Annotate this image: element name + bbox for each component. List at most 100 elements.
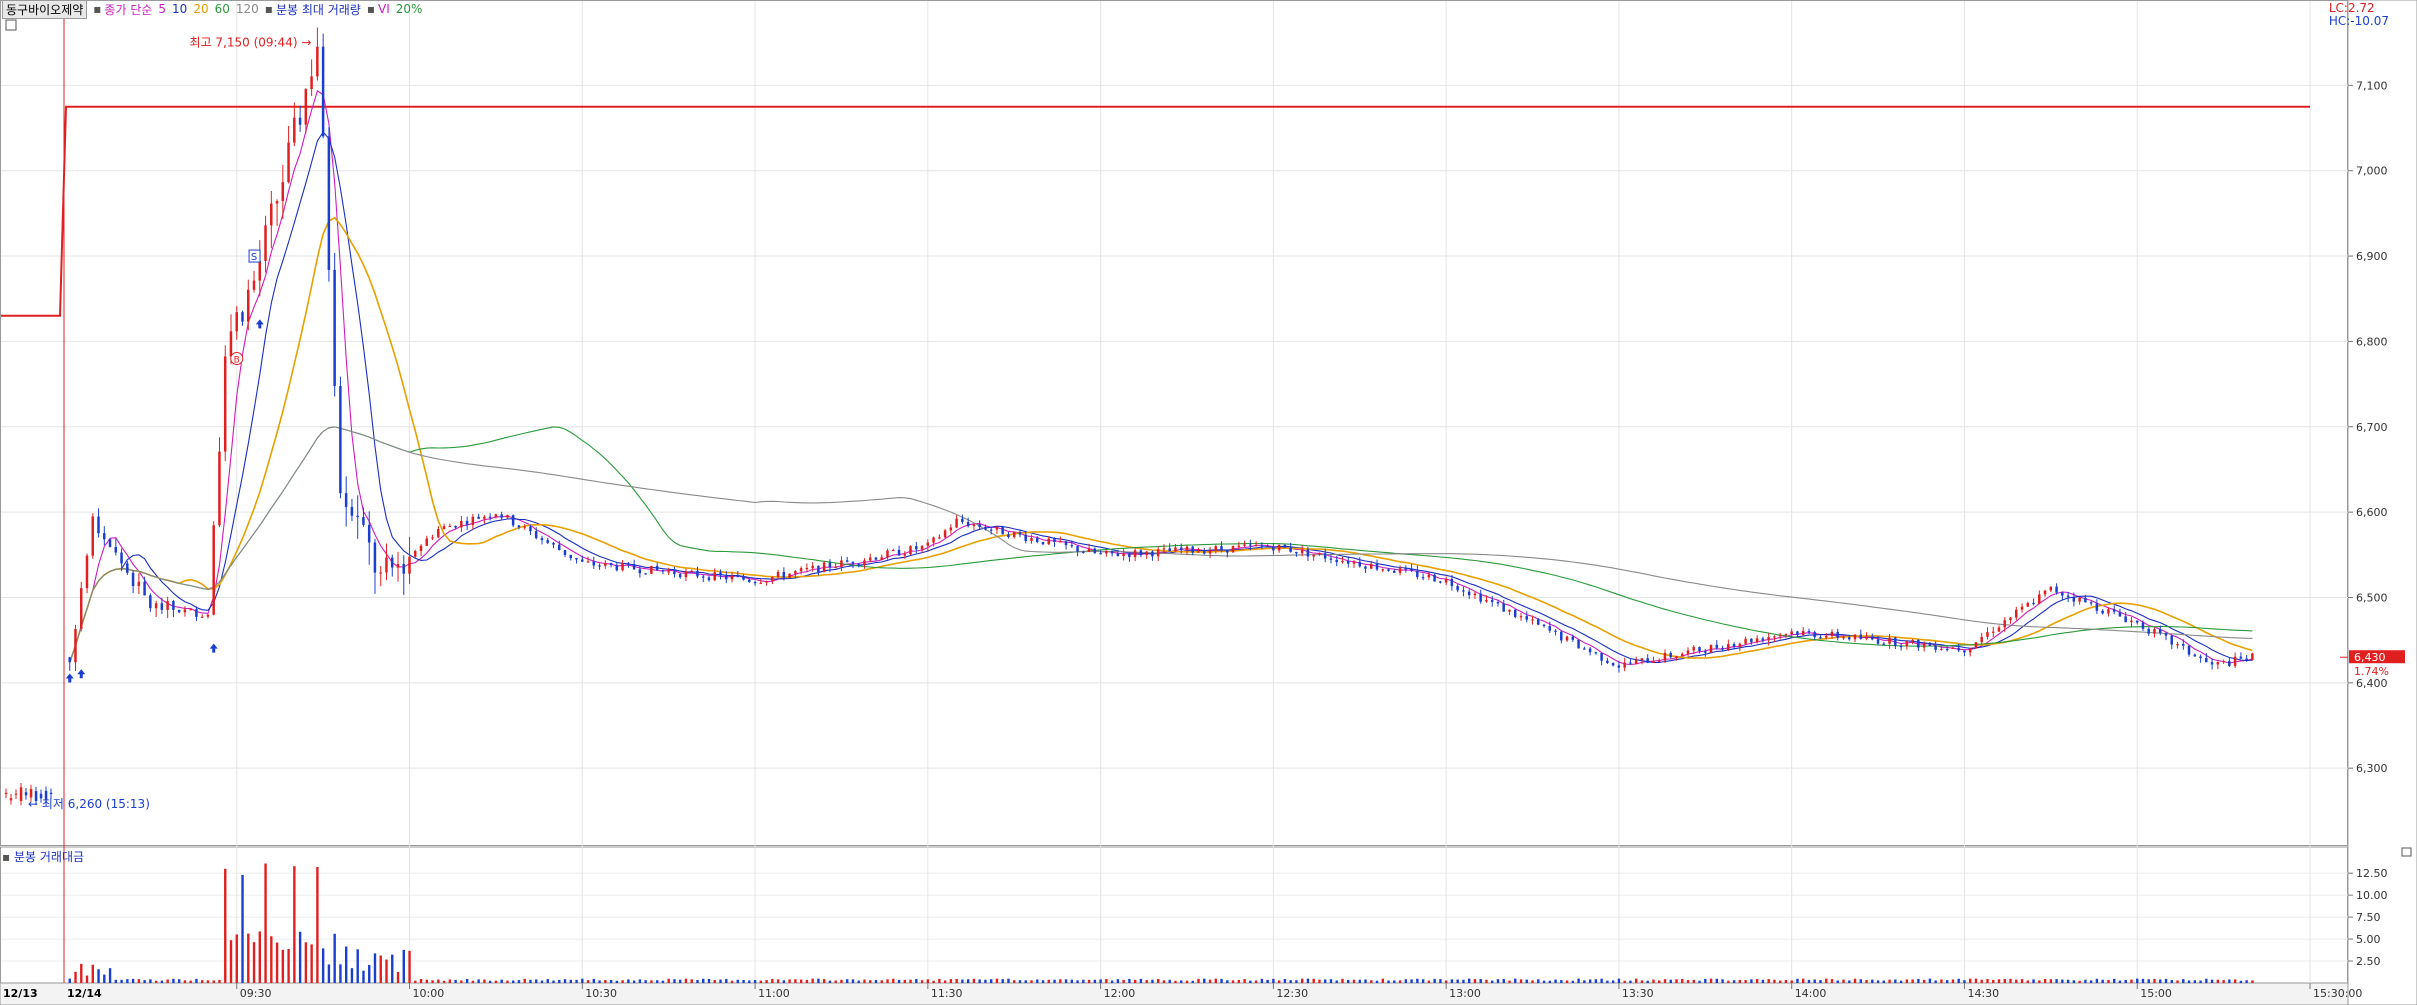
candle-body — [454, 525, 457, 528]
volume-bar — [2072, 980, 2076, 983]
price-tick-label: 6,600 — [2356, 506, 2388, 519]
volume-bar — [2199, 980, 2202, 983]
candle-body — [1082, 551, 1085, 553]
price-tick-label: 6,300 — [2356, 762, 2388, 775]
time-tick-label: 11:00 — [758, 987, 790, 1000]
candle-body — [1099, 553, 1102, 555]
volume-bar — [1174, 980, 1177, 983]
ma-period-5: 5 — [158, 2, 167, 16]
volume-bar — [1629, 980, 1632, 983]
candle-body — [1312, 554, 1315, 557]
candle-body — [223, 356, 227, 452]
volume-bar — [1836, 980, 1839, 983]
candle-body — [1479, 593, 1482, 602]
ma-label[interactable]: 종가 단순 — [104, 1, 152, 18]
candle-body — [1991, 631, 1995, 633]
volume-bar — [1606, 980, 1609, 983]
candle-body — [1934, 645, 1937, 650]
volume-bar — [892, 978, 895, 983]
candle-body — [2210, 662, 2214, 665]
current-price-label: 6,430 — [2354, 651, 2386, 664]
candle-body — [1433, 574, 1436, 582]
max-volume-label[interactable]: 분봉 최대 거래량 — [276, 1, 361, 18]
candle-body — [891, 549, 895, 552]
volume-bar — [1778, 980, 1782, 983]
volume-bar — [938, 978, 941, 983]
volume-bar — [966, 979, 970, 983]
volume-bar — [2084, 979, 2087, 983]
volume-bar — [1041, 980, 1045, 983]
moving-average-line — [69, 426, 2253, 663]
volume-bar — [1162, 980, 1166, 983]
volume-bar — [1249, 980, 1252, 983]
candle-body — [1456, 585, 1459, 591]
candle-body — [1859, 634, 1862, 639]
candle-body — [1335, 559, 1338, 563]
candle-body — [915, 546, 918, 550]
volume-bar — [1277, 980, 1281, 983]
candle-body — [1272, 546, 1275, 551]
candle-body — [1035, 538, 1039, 542]
volume-bar — [287, 949, 290, 983]
candle-body — [1041, 541, 1045, 545]
volume-bar — [477, 979, 480, 983]
volume-bar — [989, 979, 993, 983]
vi-label[interactable]: VI — [378, 2, 390, 16]
volume-bar — [1542, 980, 1546, 983]
volume-bar — [529, 979, 532, 983]
price-tick-label: 6,500 — [2356, 591, 2388, 604]
volume-bar — [2136, 978, 2139, 983]
candle-body — [97, 516, 100, 534]
volume-bar — [103, 974, 106, 983]
volume-bar — [2187, 980, 2191, 983]
candle-body — [1416, 570, 1419, 578]
volume-bar — [1675, 979, 1678, 983]
symbol-name[interactable]: 동구바이오제약 — [2, 0, 88, 19]
candle-body — [448, 525, 452, 528]
volume-bar — [1750, 979, 1753, 983]
volume-bar — [535, 979, 538, 983]
candle-body — [834, 566, 837, 569]
candle-body — [1940, 648, 1943, 651]
candle-body — [229, 331, 233, 357]
candle-body — [2072, 597, 2076, 602]
volume-bar — [212, 980, 215, 983]
volume-bar — [1945, 980, 1949, 983]
volume-bar — [1911, 979, 1914, 983]
volume-bar — [1076, 980, 1079, 983]
candle-body — [143, 581, 146, 596]
volume-bar — [1456, 979, 1459, 983]
candle-body — [1323, 553, 1327, 559]
candle-body — [586, 561, 590, 563]
candle-body — [696, 570, 699, 577]
volume-bar — [932, 980, 935, 983]
candle-body — [437, 529, 440, 538]
candle-body — [1519, 616, 1523, 618]
chart-svg: 6,300 6,400 6,500 6,600 6,700 6,800 6,900 7,000… — [0, 0, 2417, 1005]
volume-bar — [1790, 980, 1793, 983]
candle-body — [776, 571, 780, 577]
candle-body — [1928, 643, 1932, 646]
volume-bar — [719, 979, 722, 983]
candle-body — [1836, 631, 1839, 638]
volume-bar — [707, 978, 711, 983]
candle-body — [126, 563, 129, 573]
candle-body — [1847, 637, 1851, 640]
candle-body — [569, 554, 572, 559]
volume-bar — [195, 978, 198, 983]
candle-body — [1997, 627, 2001, 632]
volume-bar — [949, 979, 953, 983]
candle-body — [961, 518, 964, 522]
candle-body — [1202, 551, 1206, 554]
volume-bar — [2222, 980, 2225, 983]
volume-bar — [627, 979, 630, 983]
candle-body — [442, 526, 446, 530]
volume-bar — [1969, 978, 1972, 983]
volume-bar — [667, 978, 670, 983]
volume-bar — [189, 980, 192, 983]
volume-bar — [1623, 980, 1626, 983]
candle-body — [949, 527, 953, 531]
volume-bar — [1324, 979, 1327, 983]
reference-price-line — [1, 105, 2310, 317]
volume-bar — [448, 979, 452, 983]
